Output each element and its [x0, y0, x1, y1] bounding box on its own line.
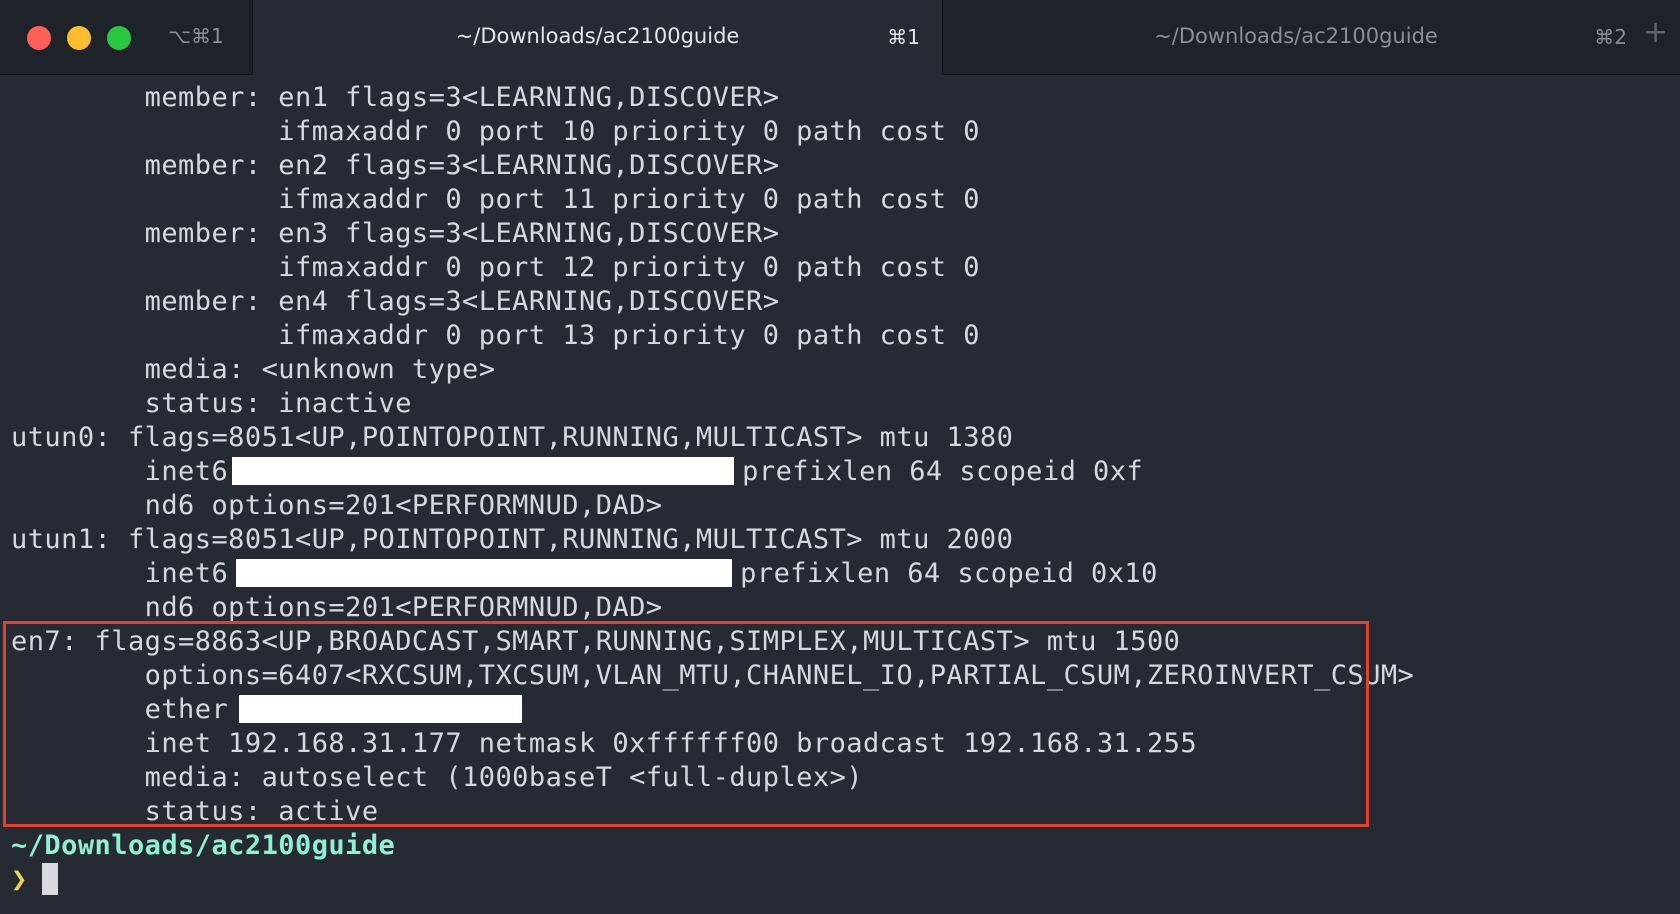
output-line: member: en3 flags=3<LEARNING,DISCOVER> [11, 218, 780, 249]
output-line: utun1: flags=8051<UP,POINTOPOINT,RUNNING… [11, 524, 1014, 555]
tab-2-shortcut: ⌘2 [1594, 25, 1627, 49]
title-bar: ⌥⌘1 ~/Downloads/ac2100guide ⌘1 ~/Downloa… [0, 0, 1680, 75]
prompt-line[interactable]: ❯ [11, 862, 1671, 897]
inet6-suffix: prefixlen 64 scopeid 0x10 [740, 558, 1158, 589]
tab-2-title: ~/Downloads/ac2100guide [1154, 24, 1438, 48]
redacted-address [236, 558, 733, 587]
redacted-address [232, 456, 735, 485]
output-line: ifmaxaddr 0 port 11 priority 0 path cost… [11, 184, 980, 215]
output-line: inet6 prefixlen 64 scopeid 0xf [11, 455, 1671, 489]
close-window-button[interactable] [27, 26, 51, 50]
output-line: ifmaxaddr 0 port 13 priority 0 path cost… [11, 320, 980, 351]
output-line: ifmaxaddr 0 port 12 priority 0 path cost… [11, 252, 980, 283]
tab-1-title: ~/Downloads/ac2100guide [455, 24, 740, 48]
text-cursor [41, 862, 58, 895]
output-line: utun0: flags=8051<UP,POINTOPOINT,RUNNING… [11, 422, 1014, 453]
output-line: member: en1 flags=3<LEARNING,DISCOVER> [11, 82, 780, 113]
output-line: media: <unknown type> [11, 354, 496, 385]
tab-1-shortcut: ⌘1 [887, 25, 920, 49]
output-line: nd6 options=201<PERFORMNUD,DAD> [11, 490, 663, 521]
tab-2[interactable]: ~/Downloads/ac2100guide ⌘2 [943, 0, 1649, 75]
output-line: inet6 prefixlen 64 scopeid 0x10 [11, 557, 1671, 591]
zoom-window-button[interactable] [107, 26, 131, 50]
en7-highlight-box [3, 621, 1369, 827]
tab-1[interactable]: ~/Downloads/ac2100guide ⌘1 [252, 0, 943, 75]
output-line: member: en4 flags=3<LEARNING,DISCOVER> [11, 286, 780, 317]
output-line: member: en2 flags=3<LEARNING,DISCOVER> [11, 150, 780, 181]
output-line: status: inactive [11, 388, 412, 419]
output-line: ifmaxaddr 0 port 10 priority 0 path cost… [11, 116, 980, 147]
output-line: nd6 options=201<PERFORMNUD,DAD> [11, 592, 663, 623]
inet6-suffix: prefixlen 64 scopeid 0xf [742, 456, 1144, 487]
window-shortcut-label: ⌥⌘1 [168, 24, 224, 48]
inet6-label: inet6 [11, 558, 229, 589]
inet6-label: inet6 [11, 456, 229, 487]
minimize-window-button[interactable] [67, 26, 91, 50]
prompt-chevron-icon: ❯ [11, 864, 28, 895]
new-tab-plus-icon[interactable]: + [1643, 18, 1668, 48]
prompt-path: ~/Downloads/ac2100guide [11, 830, 396, 861]
